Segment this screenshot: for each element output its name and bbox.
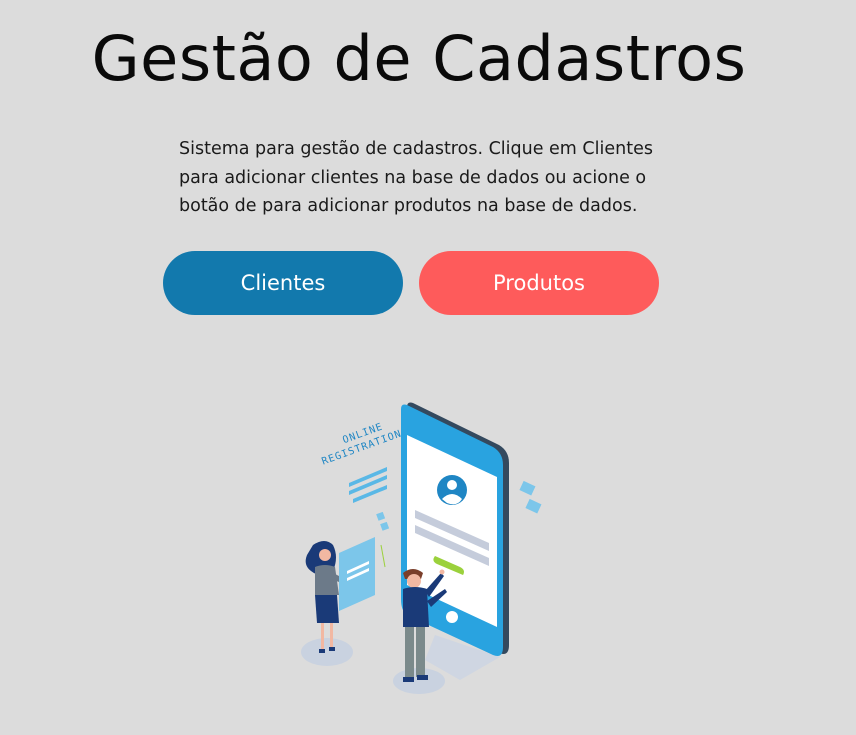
produtos-button[interactable]: Produtos	[419, 251, 659, 315]
online-registration-label: ONLINE REGISTRATION	[320, 421, 403, 467]
decorative-square	[519, 480, 536, 496]
decorative-stripes	[349, 467, 387, 503]
clientes-button[interactable]: Clientes	[163, 251, 403, 315]
online-registration-illustration: ONLINE REGISTRATION	[301, 402, 542, 694]
page-description: Sistema para gestão de cadastros. Clique…	[179, 139, 653, 216]
page-title: Gestão de Cadastros	[91, 22, 747, 95]
home-button-icon	[446, 611, 458, 623]
floor-shadow	[301, 638, 353, 666]
decorative-square	[380, 521, 390, 531]
decorative-square	[525, 498, 542, 514]
decorative-square	[376, 511, 386, 521]
